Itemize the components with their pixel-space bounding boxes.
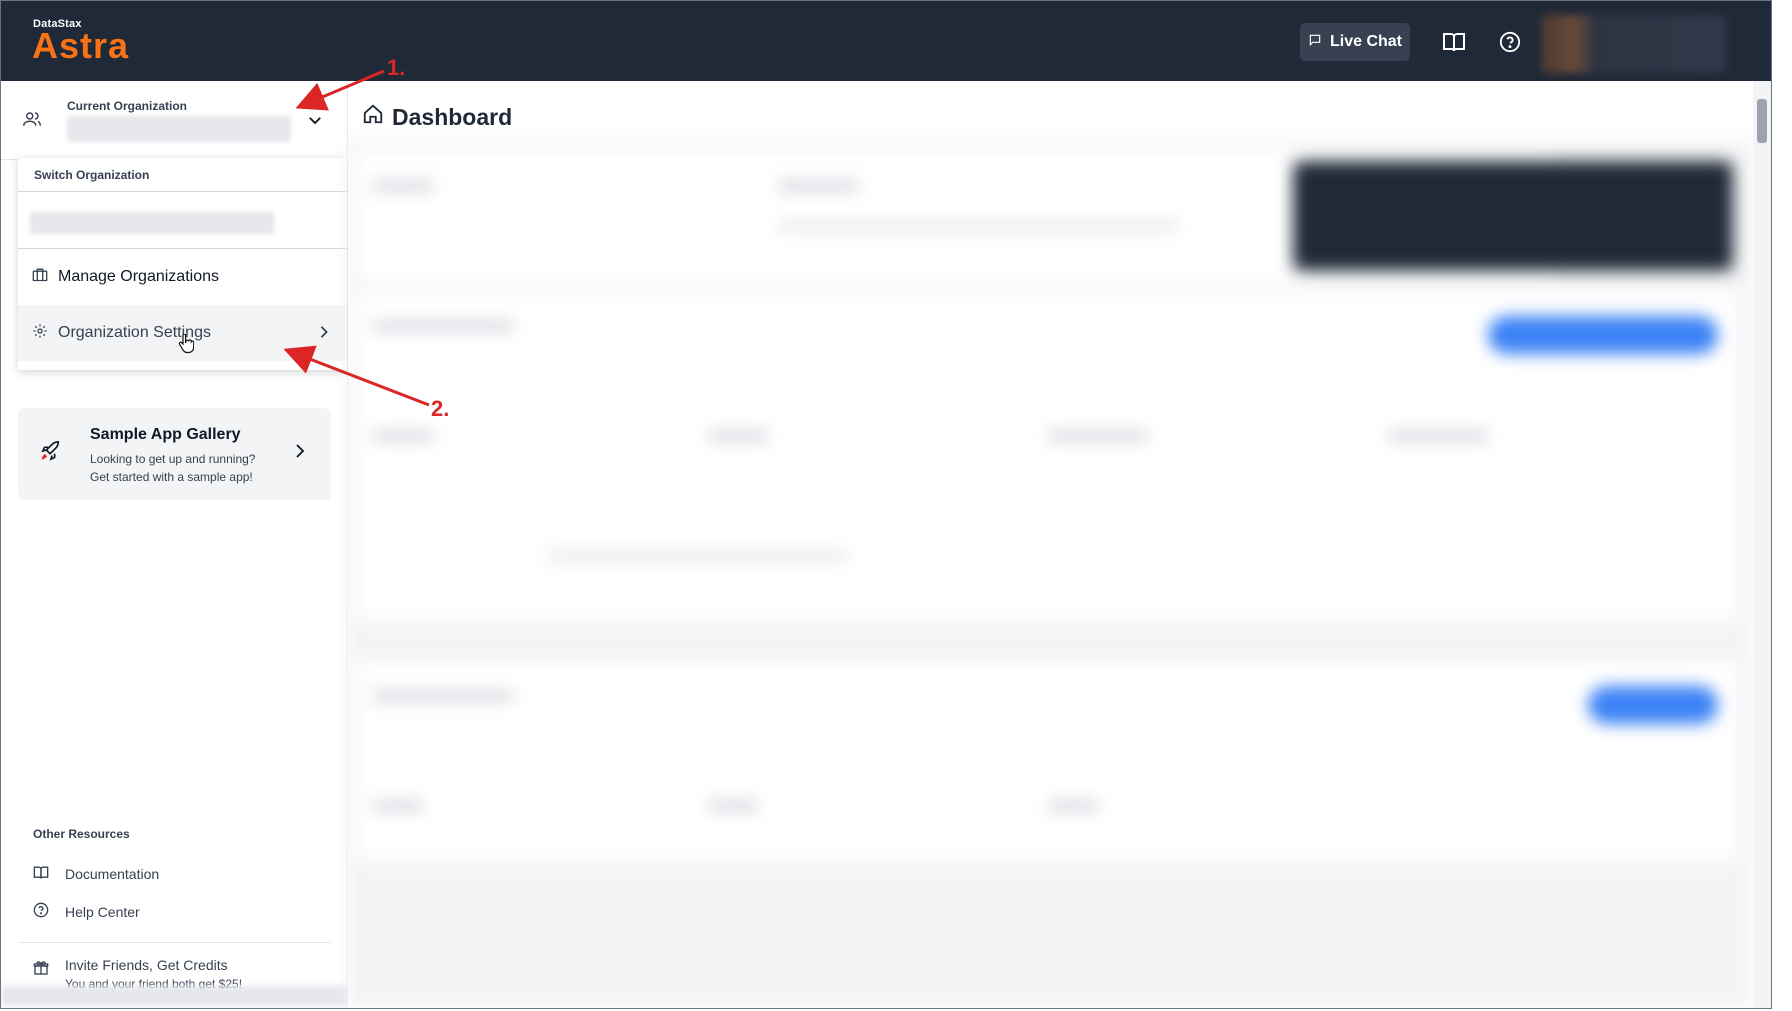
scrollbar-thumb[interactable]: [1757, 99, 1767, 143]
sample-app-description: Looking to get up and running? Get start…: [90, 450, 280, 486]
hand-cursor-icon: [178, 333, 195, 359]
help-center-label: Help Center: [65, 903, 140, 920]
documentation-link[interactable]: Documentation: [33, 865, 159, 883]
book-icon[interactable]: [1441, 29, 1467, 55]
sidebar-divider: [18, 942, 331, 943]
book-icon: [33, 865, 49, 883]
users-icon: [23, 111, 41, 132]
live-chat-button[interactable]: Live Chat: [1300, 23, 1410, 61]
main-content: Dashboard: [348, 81, 1753, 1008]
vertical-scrollbar[interactable]: [1753, 81, 1771, 1008]
sample-app-line1: Looking to get up and running?: [90, 452, 256, 466]
chevron-down-icon[interactable]: [306, 111, 324, 134]
switch-org-dropdown: Switch Organization Manage Organizations…: [18, 158, 347, 370]
brand-logo[interactable]: Astra: [32, 25, 129, 67]
chevron-right-icon[interactable]: [293, 442, 307, 465]
current-org-name: [67, 116, 291, 142]
chevron-right-icon: [319, 325, 329, 344]
organization-settings-item[interactable]: Organization Settings: [18, 305, 347, 361]
org-option[interactable]: [18, 192, 347, 249]
help-icon: [33, 902, 49, 921]
briefcase-icon: [32, 267, 48, 287]
user-menu[interactable]: [1541, 15, 1726, 73]
home-icon: [362, 103, 384, 131]
top-bar: DataStax Astra Live Chat: [1, 1, 1771, 81]
sample-app-line2: Get started with a sample app!: [90, 470, 253, 484]
rocket-icon: [40, 440, 62, 467]
dashboard-title: Dashboard: [392, 103, 513, 130]
manage-organizations-item[interactable]: Manage Organizations: [18, 249, 347, 305]
org-option-name: [30, 212, 274, 234]
org-switcher[interactable]: Current Organization: [1, 81, 347, 160]
switch-org-heading: Switch Organization: [18, 158, 347, 192]
app-window: DataStax Astra Live Chat Current Organiz…: [0, 0, 1772, 1009]
invite-title: Invite Friends, Get Credits: [65, 957, 228, 973]
help-icon[interactable]: [1497, 29, 1523, 55]
other-resources-heading: Other Resources: [33, 827, 130, 841]
help-center-link[interactable]: Help Center: [33, 902, 140, 921]
chat-icon: [1308, 33, 1322, 52]
current-org-label: Current Organization: [67, 99, 188, 113]
live-chat-label: Live Chat: [1329, 33, 1402, 50]
page-title: Dashboard: [362, 103, 512, 131]
sample-app-gallery-card[interactable]: Sample App Gallery Looking to get up and…: [18, 408, 331, 500]
documentation-label: Documentation: [65, 866, 160, 882]
annotation-step-1: 1.: [387, 55, 406, 80]
gear-icon: [32, 323, 48, 344]
manage-organizations-label: Manage Organizations: [58, 267, 219, 285]
annotation-step-2: 2.: [431, 396, 450, 421]
sample-app-title: Sample App Gallery: [90, 426, 241, 443]
blurred-dashboard-content: [348, 141, 1753, 1008]
